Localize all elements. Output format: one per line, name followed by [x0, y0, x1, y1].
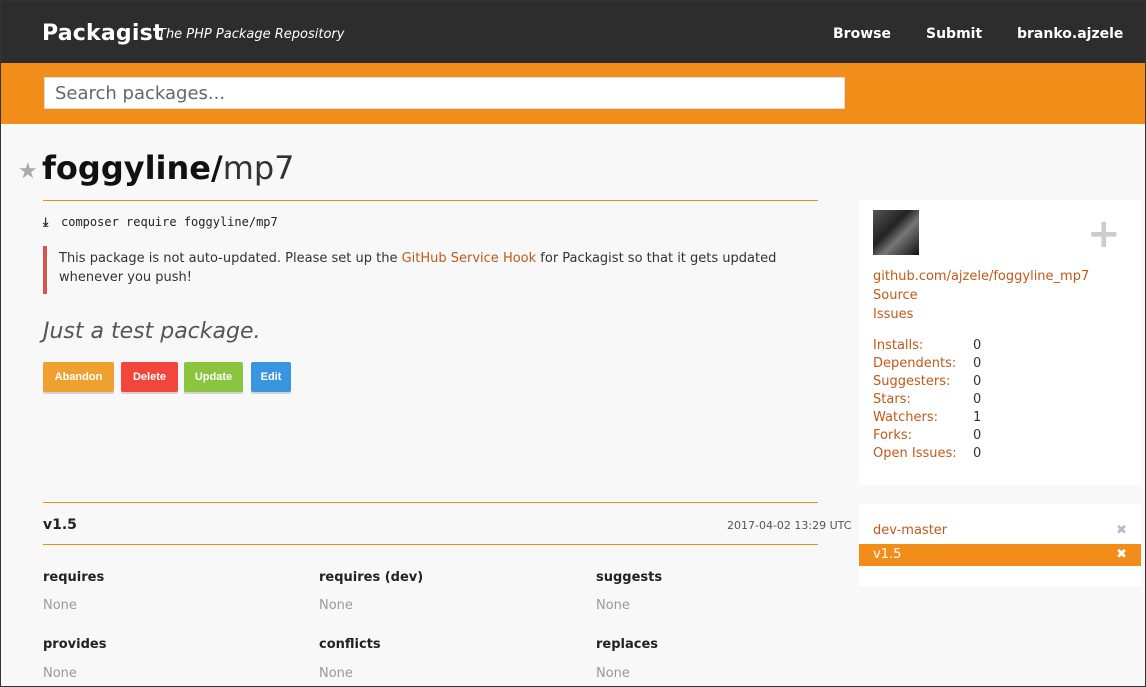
search-input[interactable]	[44, 77, 845, 109]
source-link[interactable]: Source	[873, 288, 918, 303]
stat-watchers-label[interactable]: Watchers:	[873, 410, 938, 425]
replaces-heading: replaces	[596, 637, 659, 652]
conflicts-heading: conflicts	[319, 637, 381, 652]
auto-update-alert: This package is not auto-updated. Please…	[43, 246, 813, 294]
install-command-text[interactable]: composer require foggyline/mp7	[61, 215, 278, 229]
version-bottom-divider	[43, 544, 818, 545]
site-tagline: The PHP Package Repository	[158, 27, 345, 42]
title-divider	[43, 200, 818, 201]
delete-button[interactable]: Delete	[121, 362, 178, 392]
nav-user-link[interactable]: branko.ajzele	[1017, 26, 1123, 42]
requires-heading: requires	[43, 570, 105, 585]
suggests-value: None	[596, 598, 630, 613]
site-logo[interactable]: Packagist	[42, 21, 164, 46]
stat-open-issues-label[interactable]: Open Issues:	[873, 446, 957, 461]
requires-dev-value: None	[319, 598, 353, 613]
version-item-v1-5[interactable]: v1.5 ✖	[859, 544, 1141, 566]
version-item-dev-master[interactable]: dev-master ✖	[859, 520, 1141, 542]
top-nav-bar: Packagist The PHP Package Repository Bro…	[1, 1, 1145, 63]
stat-suggesters-value: 0	[973, 374, 982, 389]
star-icon[interactable]: ★	[18, 159, 38, 184]
download-icon: ⤓	[43, 215, 49, 229]
stat-forks-value: 0	[973, 428, 982, 443]
nav-submit-link[interactable]: Submit	[926, 26, 982, 42]
requires-dev-heading: requires (dev)	[319, 570, 424, 585]
stat-installs-value: 0	[973, 338, 982, 353]
package-description: Just a test package.	[43, 319, 261, 344]
abandon-button[interactable]: Abandon	[43, 362, 114, 392]
update-button[interactable]: Update	[184, 362, 243, 392]
alert-prefix: This package is not auto-updated. Please…	[59, 251, 402, 266]
page: Packagist The PHP Package Repository Bro…	[0, 0, 1146, 687]
provides-value: None	[43, 666, 77, 681]
stat-installs-label: Installs:	[873, 338, 924, 353]
alert-message: This package is not auto-updated. Please…	[59, 249, 813, 287]
search-band	[1, 63, 1145, 124]
provides-heading: provides	[43, 637, 107, 652]
remove-version-icon[interactable]: ✖	[1116, 520, 1127, 542]
add-maintainer-icon[interactable]: +	[1087, 214, 1121, 254]
stat-dependents-value: 0	[973, 356, 982, 371]
nav-browse-link[interactable]: Browse	[833, 26, 891, 42]
stat-stars-label[interactable]: Stars:	[873, 392, 911, 407]
maintainer-avatar[interactable]	[873, 210, 919, 255]
package-vendor[interactable]: foggyline/	[42, 149, 223, 187]
stat-dependents-label[interactable]: Dependents:	[873, 356, 956, 371]
stat-open-issues-value: 0	[973, 446, 982, 461]
package-info-panel: + github.com/ajzele/foggyline_mp7 Source…	[859, 200, 1141, 485]
version-date: 2017-04-02 13:29 UTC	[727, 519, 852, 532]
version-top-divider	[43, 502, 818, 503]
repository-link[interactable]: github.com/ajzele/foggyline_mp7	[873, 269, 1089, 284]
replaces-value: None	[596, 666, 630, 681]
package-name-heading: foggyline/mp7	[42, 149, 295, 187]
stat-suggesters-label[interactable]: Suggesters:	[873, 374, 950, 389]
suggests-heading: suggests	[596, 570, 663, 585]
edit-button[interactable]: Edit	[251, 362, 291, 392]
version-label: dev-master	[873, 523, 948, 538]
stat-forks-label[interactable]: Forks:	[873, 428, 912, 443]
version-label: v1.5	[873, 547, 902, 562]
conflicts-value: None	[319, 666, 353, 681]
stat-stars-value: 0	[973, 392, 982, 407]
install-command: ⤓ composer require foggyline/mp7	[43, 215, 278, 230]
version-title: v1.5	[43, 517, 77, 533]
stat-watchers-value: 1	[973, 410, 982, 425]
package-short-name: mp7	[222, 149, 295, 187]
remove-version-icon[interactable]: ✖	[1116, 544, 1127, 566]
requires-value: None	[43, 598, 77, 613]
github-service-hook-link[interactable]: GitHub Service Hook	[402, 251, 537, 266]
issues-link[interactable]: Issues	[873, 307, 913, 322]
